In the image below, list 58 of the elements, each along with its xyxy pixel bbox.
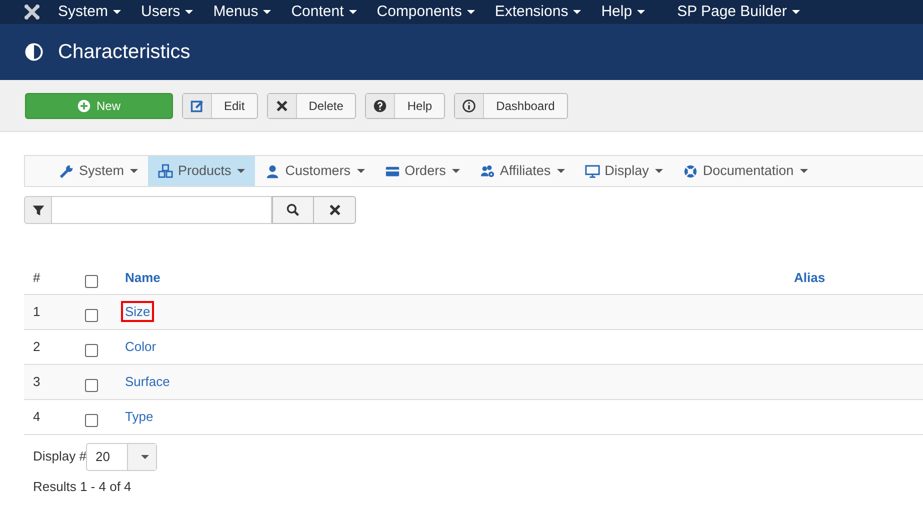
row-checkbox[interactable] (85, 414, 98, 426)
menu-tab[interactable]: Products (148, 156, 256, 186)
menu-item[interactable]: Menus (203, 0, 282, 24)
menu-item[interactable]: SP Page Builder (667, 0, 810, 24)
delete-button[interactable]: Delete (266, 92, 356, 118)
monitor-icon (584, 164, 600, 178)
search-icon (286, 203, 300, 217)
user-icon (265, 164, 280, 178)
column-header[interactable]: Alias (794, 270, 826, 286)
menu-item[interactable]: Help (591, 0, 656, 24)
row-number: 4 (33, 409, 40, 424)
edit-button[interactable]: Edit (182, 92, 258, 118)
lifebuoy-icon (682, 164, 698, 178)
name-link[interactable]: Size (121, 301, 154, 322)
search-field[interactable] (52, 196, 272, 224)
dashboard-button[interactable]: Dashboard (454, 92, 568, 118)
filter-icon (24, 196, 52, 224)
menu-item[interactable]: Extensions (484, 0, 592, 24)
logo-icon[interactable] (24, 4, 40, 20)
info-icon (462, 98, 476, 112)
menu-tab[interactable]: Display (574, 156, 673, 186)
page-title: Characteristics (58, 40, 190, 64)
menu-item[interactable]: Users (131, 0, 204, 24)
column-header[interactable]: Name (125, 270, 160, 286)
row-checkbox[interactable] (85, 378, 98, 392)
row-checkbox[interactable] (85, 344, 98, 356)
close-icon (274, 98, 289, 112)
contrast-icon (24, 42, 44, 62)
page-size-select[interactable]: 20 (86, 443, 158, 471)
cubes-icon (158, 164, 174, 178)
menu-tab[interactable]: Orders (374, 156, 470, 186)
menu-item[interactable]: Content (281, 0, 367, 24)
column-header: # (33, 270, 40, 286)
search-button[interactable] (272, 196, 314, 224)
results-count: Results 1 - 4 of 4 (33, 478, 132, 496)
display-label: Display # (33, 448, 86, 464)
clear-button[interactable] (314, 196, 356, 224)
menu-item[interactable]: System (48, 0, 132, 24)
edit-icon (190, 98, 204, 112)
menu-tab[interactable]: Affiliates (470, 156, 575, 186)
help-icon (373, 98, 388, 112)
menu-tab[interactable]: System (49, 156, 148, 186)
row-number: 1 (33, 304, 40, 320)
menu-tab[interactable]: Customers (255, 156, 375, 186)
menu-tab[interactable]: Documentation (672, 156, 818, 186)
select-all-checkbox[interactable] (85, 274, 98, 288)
name-link[interactable]: Surface (121, 371, 174, 392)
name-link[interactable]: Type (121, 406, 158, 428)
menu-item[interactable]: Components (366, 0, 485, 24)
help-button[interactable]: Help (365, 92, 446, 118)
name-link[interactable]: Color (121, 336, 160, 358)
wrench-icon (59, 164, 74, 178)
users-gear-icon (480, 164, 495, 178)
row-number: 3 (33, 374, 40, 390)
row-checkbox[interactable] (85, 308, 98, 322)
plus-icon (77, 98, 92, 112)
close-icon (328, 203, 342, 217)
row-number: 2 (33, 339, 40, 354)
